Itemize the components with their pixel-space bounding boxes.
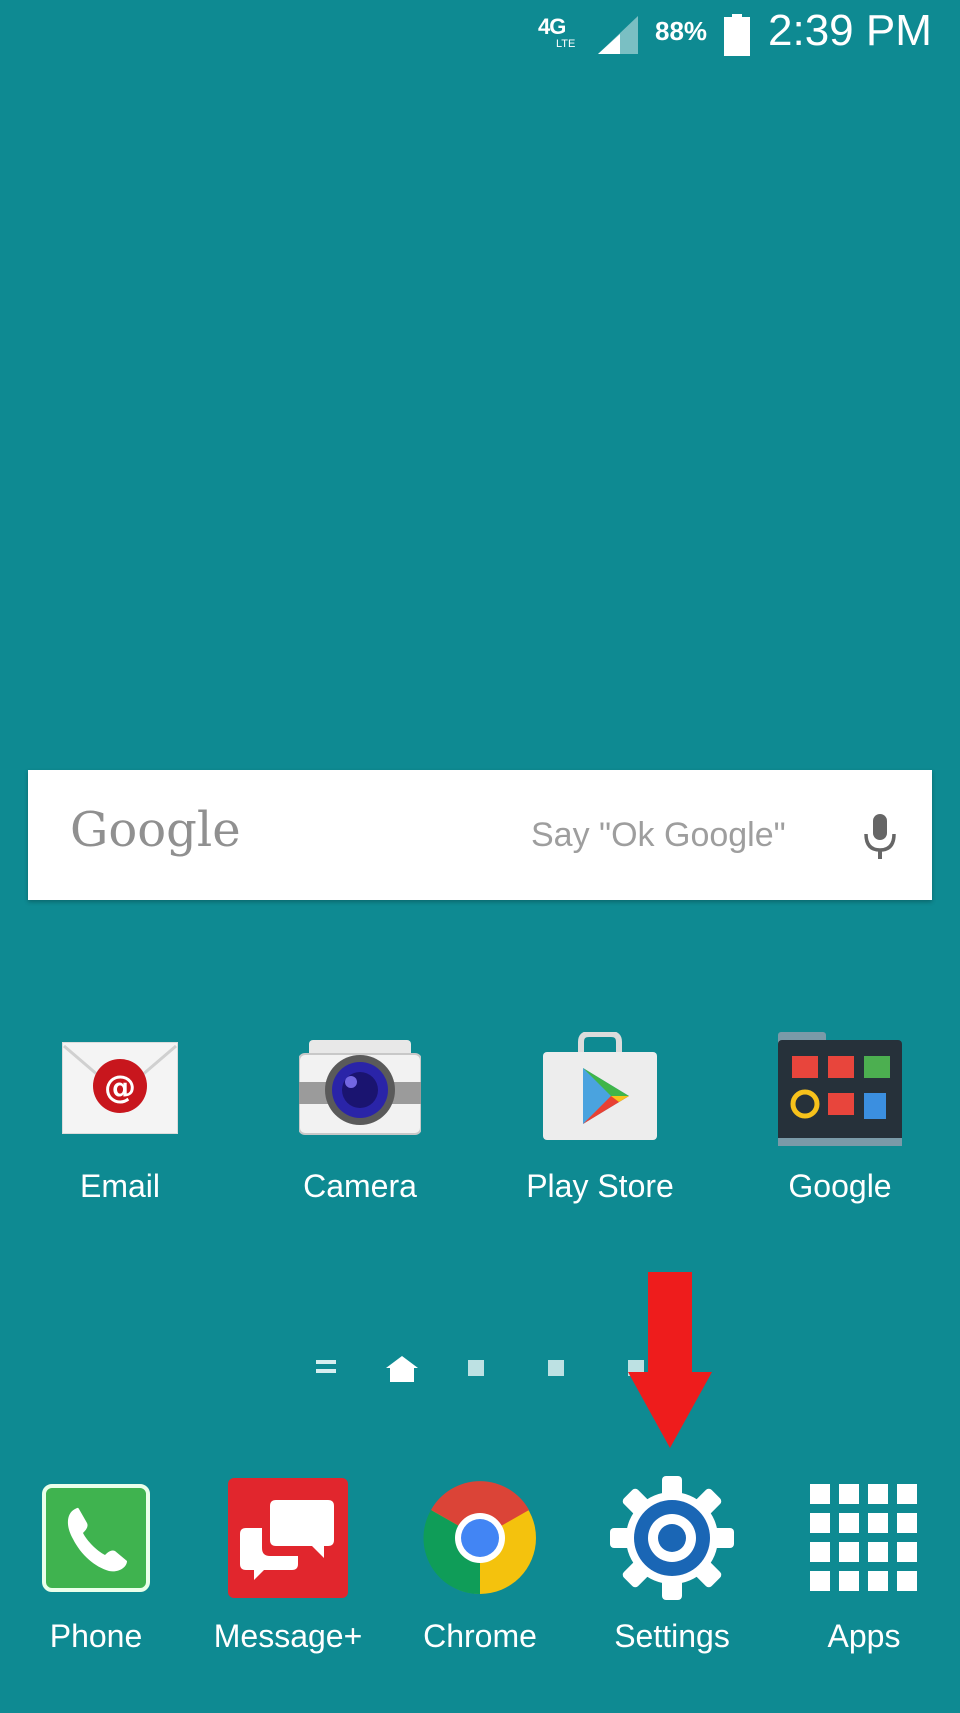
app-camera-label: Camera xyxy=(303,1168,417,1204)
dock-phone[interactable]: Phone xyxy=(0,1468,196,1655)
app-google-folder[interactable]: Google xyxy=(740,1018,940,1205)
dock-message-plus[interactable]: Message+ xyxy=(188,1468,388,1655)
status-bar[interactable]: 4G LTE 88% 2:39 PM xyxy=(0,0,960,70)
dock-message-plus-label: Message+ xyxy=(213,1618,363,1654)
app-email[interactable]: @ Email xyxy=(20,1018,220,1205)
app-email-label: Email xyxy=(79,1168,160,1204)
app-play-store-label: Play Store xyxy=(526,1168,674,1204)
app-camera[interactable]: Camera xyxy=(260,1018,460,1205)
page-indicator-dot[interactable] xyxy=(548,1360,564,1376)
ok-google-hint: Say "Ok Google" xyxy=(531,816,786,854)
google-logo: Google xyxy=(70,802,241,858)
dock-apps-label: Apps xyxy=(827,1618,901,1654)
dock-phone-label: Phone xyxy=(49,1618,143,1654)
camera-icon xyxy=(260,1018,460,1158)
page-indicator-menu[interactable] xyxy=(316,1360,336,1364)
email-icon: @ xyxy=(20,1018,220,1158)
red-arrow-annotation-icon xyxy=(628,1272,712,1455)
messages-icon xyxy=(188,1468,388,1608)
page-indicator-menu-bar xyxy=(316,1369,336,1373)
dock-settings-label: Settings xyxy=(614,1618,730,1654)
phone-icon xyxy=(0,1468,196,1608)
google-search-bar[interactable]: Google Say "Ok Google" xyxy=(28,770,932,900)
google-folder-icon xyxy=(740,1018,940,1158)
dock-apps[interactable]: Apps xyxy=(764,1468,960,1655)
network-type-label: 4G xyxy=(538,14,566,39)
dock-chrome[interactable]: Chrome xyxy=(380,1468,580,1655)
app-play-store[interactable]: Play Store xyxy=(500,1018,700,1205)
network-subtype-label: LTE xyxy=(556,38,576,50)
svg-text:@: @ xyxy=(104,1068,136,1106)
battery-icon xyxy=(724,14,750,61)
app-google-folder-label: Google xyxy=(788,1168,892,1204)
status-clock: 2:39 PM xyxy=(768,6,932,55)
play-store-icon xyxy=(500,1018,700,1158)
page-indicator-dot[interactable] xyxy=(468,1360,484,1376)
home-page-indicator-icon[interactable] xyxy=(386,1356,418,1387)
dock-chrome-label: Chrome xyxy=(423,1618,537,1654)
battery-percentage: 88% xyxy=(655,16,708,46)
signal-strength-icon xyxy=(596,14,640,61)
chrome-icon xyxy=(380,1468,580,1608)
dock-settings[interactable]: Settings xyxy=(572,1468,772,1655)
microphone-icon[interactable] xyxy=(860,812,900,867)
network-type: 4G LTE xyxy=(538,14,590,54)
page-indicators[interactable] xyxy=(300,1350,644,1390)
apps-grid-icon xyxy=(764,1468,960,1608)
gear-icon xyxy=(572,1468,772,1608)
